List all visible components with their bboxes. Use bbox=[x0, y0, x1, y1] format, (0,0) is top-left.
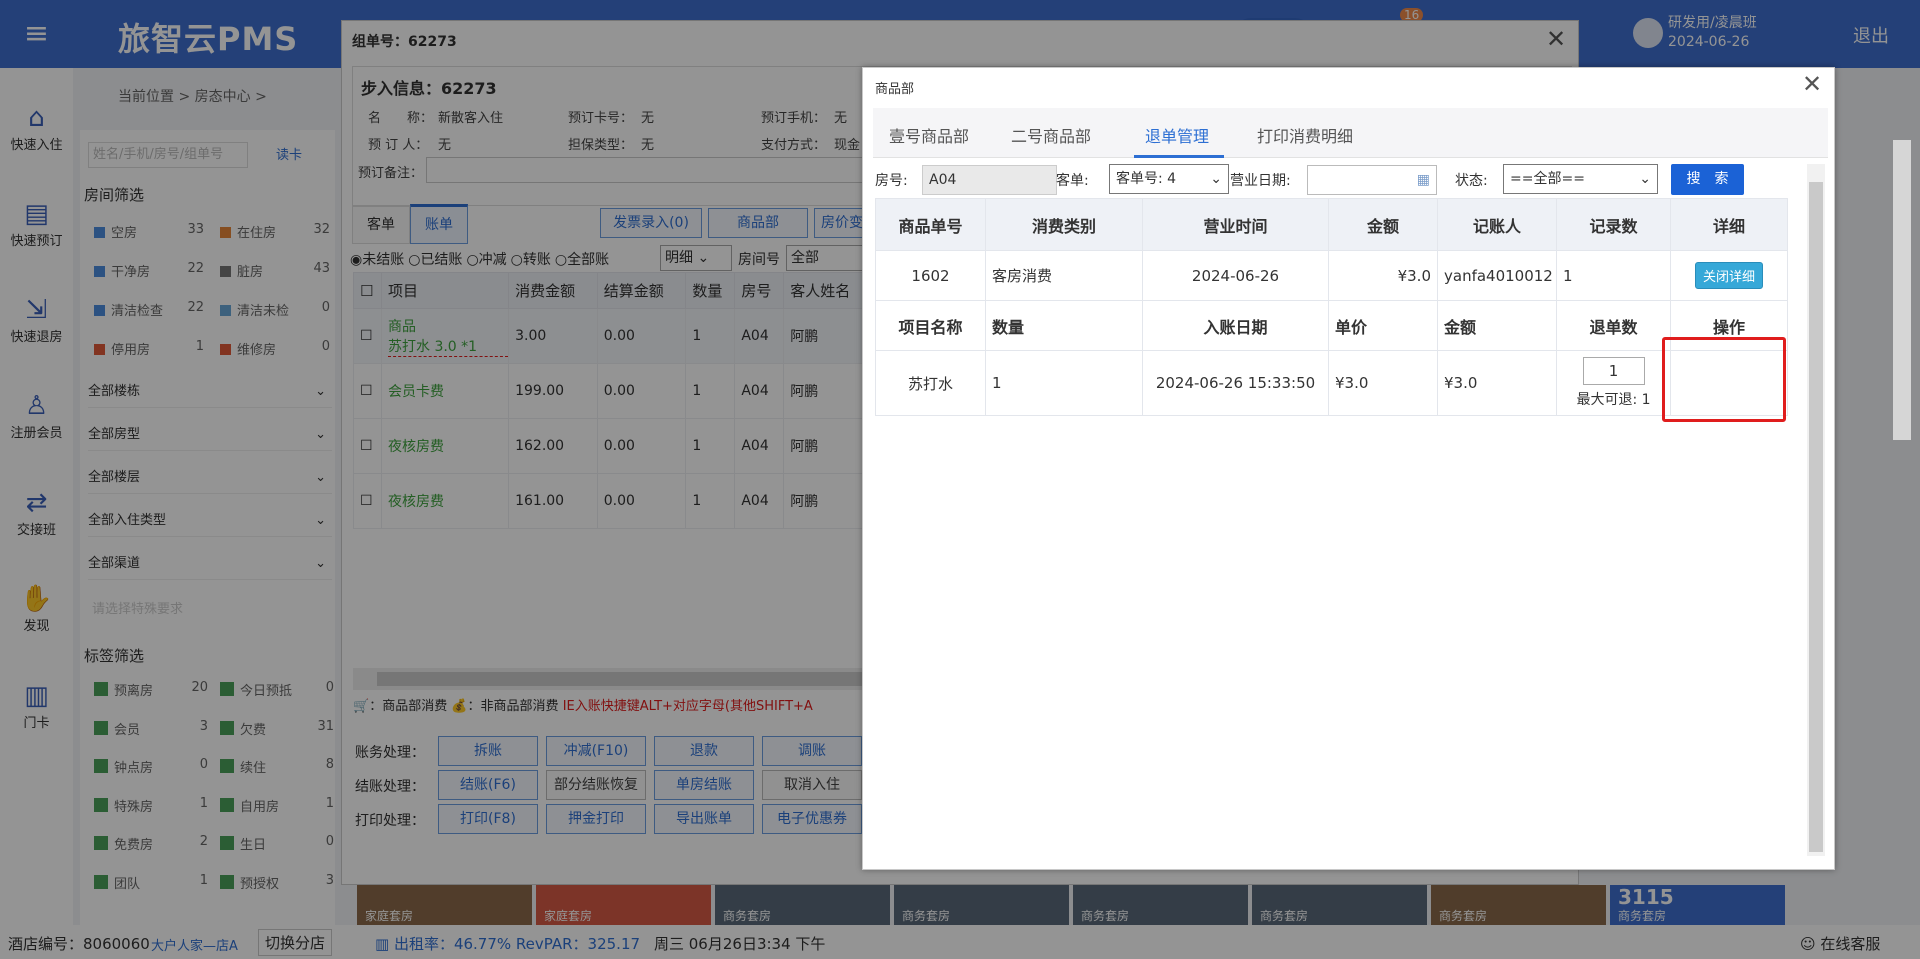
col-detail-amount: 金额 bbox=[1437, 300, 1557, 351]
table-row: 苏打水 1 2024-06-26 15:33:50 ¥3.0 ¥3.0 1 最大… bbox=[875, 350, 1788, 416]
col-unit-price: 单价 bbox=[1328, 300, 1438, 351]
col-business-time: 营业时间 bbox=[1142, 198, 1329, 251]
cell-refund-qty: 1 最大可退: 1 bbox=[1556, 350, 1671, 416]
highlight-box bbox=[1662, 337, 1786, 422]
tab-refund-management[interactable]: 退单管理 bbox=[1145, 123, 1209, 147]
max-refundable: 最大可退: 1 bbox=[1576, 392, 1651, 408]
tab-goods-2[interactable]: 二号商品部 bbox=[1011, 123, 1091, 147]
cell-item-name: 苏打水 bbox=[875, 350, 986, 416]
cell-business-time: 2024-06-26 bbox=[1142, 250, 1329, 301]
cell-amount: ¥3.0 bbox=[1328, 250, 1438, 301]
tab-bar: 壹号商品部 二号商品部 退单管理 打印消费明细 bbox=[873, 108, 1828, 158]
tab-print-consumption[interactable]: 打印消费明细 bbox=[1257, 123, 1353, 147]
col-amount: 金额 bbox=[1328, 198, 1438, 251]
detail-header: 项目名称 数量 入账日期 单价 金额 退单数 操作 bbox=[875, 300, 1788, 351]
search-button[interactable]: 搜 索 bbox=[1671, 164, 1744, 195]
room-label: 房号: bbox=[875, 173, 908, 189]
status-label: 状态: bbox=[1455, 173, 1488, 189]
refund-qty-input[interactable]: 1 bbox=[1582, 357, 1645, 385]
dialog-title: 商品部 bbox=[875, 82, 915, 97]
col-posting-date: 入账日期 bbox=[1142, 300, 1329, 351]
refund-table: 商品单号 消费类别 营业时间 金额 记账人 记录数 详细 1602 客房消费 2… bbox=[875, 198, 1788, 416]
page-scrollbar[interactable] bbox=[1893, 140, 1911, 440]
cell-clerk: yanfa4010012 bbox=[1437, 250, 1557, 301]
col-goods-no: 商品单号 bbox=[875, 198, 986, 251]
vertical-scrollbar[interactable] bbox=[1807, 164, 1825, 856]
goods-dept-dialog: 商品部 ✕ 壹号商品部 二号商品部 退单管理 打印消费明细 房号: A04 客单… bbox=[862, 67, 1835, 870]
col-detail: 详细 bbox=[1670, 198, 1788, 251]
cell-unit-price: ¥3.0 bbox=[1328, 350, 1438, 416]
col-item-name: 项目名称 bbox=[875, 300, 986, 351]
calendar-icon[interactable]: ▦ bbox=[1417, 166, 1430, 194]
col-category: 消费类别 bbox=[985, 198, 1143, 251]
table-header: 商品单号 消费类别 营业时间 金额 记账人 记录数 详细 bbox=[875, 198, 1788, 251]
room-input[interactable]: A04 bbox=[922, 165, 1057, 195]
cell-record-count: 1 bbox=[1556, 250, 1671, 301]
close-icon[interactable]: ✕ bbox=[1802, 72, 1822, 96]
cell-detail: 关闭详细 bbox=[1670, 250, 1788, 301]
business-date-input[interactable]: ▦ bbox=[1307, 165, 1437, 195]
cell-detail-amount: ¥3.0 bbox=[1437, 350, 1557, 416]
active-tab-indicator bbox=[1134, 155, 1224, 158]
tab-goods-1[interactable]: 壹号商品部 bbox=[889, 123, 969, 147]
cell-goods-no: 1602 bbox=[875, 250, 986, 301]
close-detail-button[interactable]: 关闭详细 bbox=[1694, 262, 1763, 289]
order-select-value: 客单号: 4 bbox=[1116, 171, 1177, 187]
chevron-down-icon: ⌄ bbox=[1639, 171, 1651, 187]
status-select-value: ==全部== bbox=[1510, 171, 1585, 187]
col-clerk: 记账人 bbox=[1437, 198, 1557, 251]
table-row: 1602 客房消费 2024-06-26 ¥3.0 yanfa4010012 1… bbox=[875, 250, 1788, 301]
order-select[interactable]: 客单号: 4 ⌄ bbox=[1109, 164, 1229, 194]
col-quantity: 数量 bbox=[985, 300, 1143, 351]
cell-quantity: 1 bbox=[985, 350, 1143, 416]
status-select[interactable]: ==全部== ⌄ bbox=[1503, 164, 1658, 194]
business-date-label: 营业日期: bbox=[1230, 173, 1291, 189]
col-record-count: 记录数 bbox=[1556, 198, 1671, 251]
col-refund-qty: 退单数 bbox=[1556, 300, 1671, 351]
cell-category: 客房消费 bbox=[985, 250, 1143, 301]
order-label: 客单: bbox=[1056, 173, 1089, 189]
scrollbar-thumb[interactable] bbox=[1809, 182, 1823, 852]
cell-posting-date: 2024-06-26 15:33:50 bbox=[1142, 350, 1329, 416]
chevron-down-icon: ⌄ bbox=[1210, 171, 1222, 187]
